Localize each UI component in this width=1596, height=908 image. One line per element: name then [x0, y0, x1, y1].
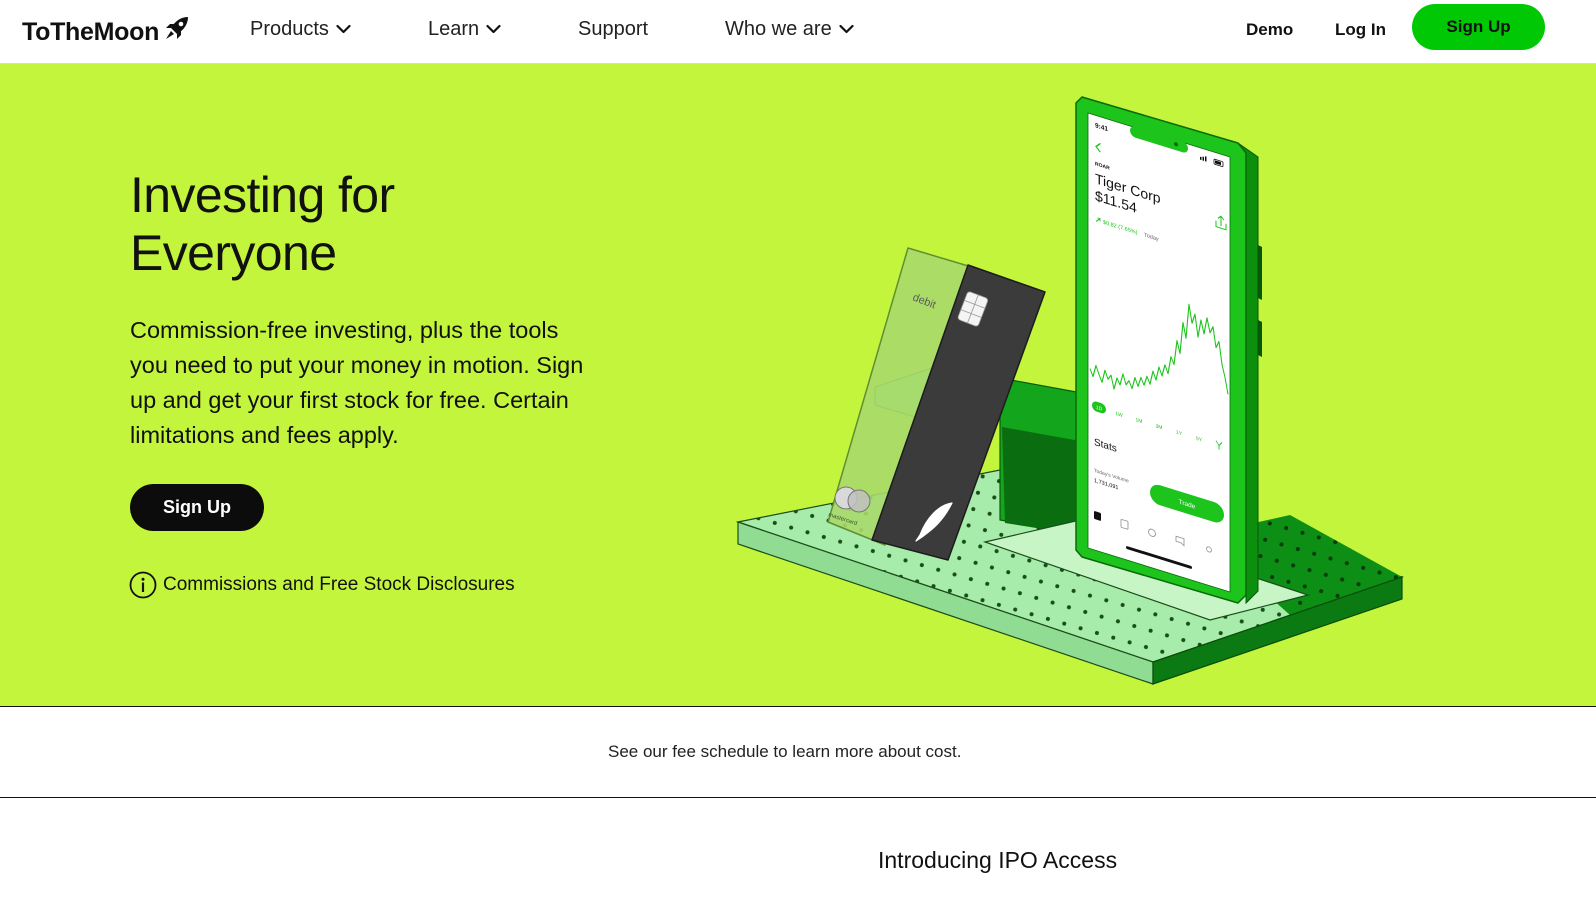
hero-title: Investing for Everyone	[130, 166, 395, 282]
fee-schedule-link[interactable]: See our fee schedule to learn more about…	[608, 740, 961, 764]
chevron-down-icon	[336, 24, 351, 34]
disclosures-link-label: Commissions and Free Stock Disclosures	[163, 574, 515, 595]
hero-signup-button[interactable]: Sign Up	[130, 484, 264, 531]
rocket-flame	[166, 31, 175, 39]
nav-support[interactable]: Support	[578, 16, 648, 42]
phone-side-button	[1258, 245, 1262, 300]
nav-learn-label: Learn	[428, 18, 480, 40]
hero-description: Commission-free investing, plus the tool…	[130, 317, 584, 448]
nav-products[interactable]: Products	[250, 16, 351, 42]
header-signup-button[interactable]: Sign Up	[1412, 4, 1545, 50]
brand-name: ToTheMoon	[22, 18, 160, 46]
chevron-down-icon	[486, 24, 501, 34]
card-network-circle-right	[847, 489, 871, 513]
ipo-access-heading: Introducing IPO Access	[878, 847, 1118, 873]
green-block-shadow	[1002, 427, 1080, 535]
brand-logo[interactable]: ToTheMoon	[22, 14, 191, 50]
nav-who-we-are[interactable]: Who we are	[725, 16, 854, 42]
nav-products-label: Products	[250, 18, 329, 40]
chevron-down-icon	[839, 24, 854, 34]
nav-support-label: Support	[578, 18, 649, 40]
fee-schedule-banner: See our fee schedule to learn more about…	[0, 706, 1596, 798]
phone-side-button-lower	[1258, 320, 1262, 357]
hero-section: Investing for Everyone Commission-free i…	[0, 64, 1596, 706]
hero-illustration: debit mastercard 9:41 ROAR Tiger Corp $1…	[735, 96, 1405, 685]
info-icon	[129, 571, 157, 599]
rocket-window	[178, 21, 184, 27]
top-navigation-bar: ToTheMoon Products Learn Support Who we …	[0, 0, 1596, 64]
nav-learn[interactable]: Learn	[428, 16, 501, 42]
disclosures-link[interactable]: Commissions and Free Stock Disclosures	[129, 571, 515, 599]
hero-title-line-2: Everyone	[130, 225, 337, 281]
hero-title-line-1: Investing for	[130, 167, 395, 223]
rocket-icon	[166, 17, 189, 39]
nav-who-we-are-label: Who we are	[725, 18, 832, 40]
login-link[interactable]: Log In	[1335, 17, 1386, 43]
demo-link[interactable]: Demo	[1246, 17, 1293, 43]
